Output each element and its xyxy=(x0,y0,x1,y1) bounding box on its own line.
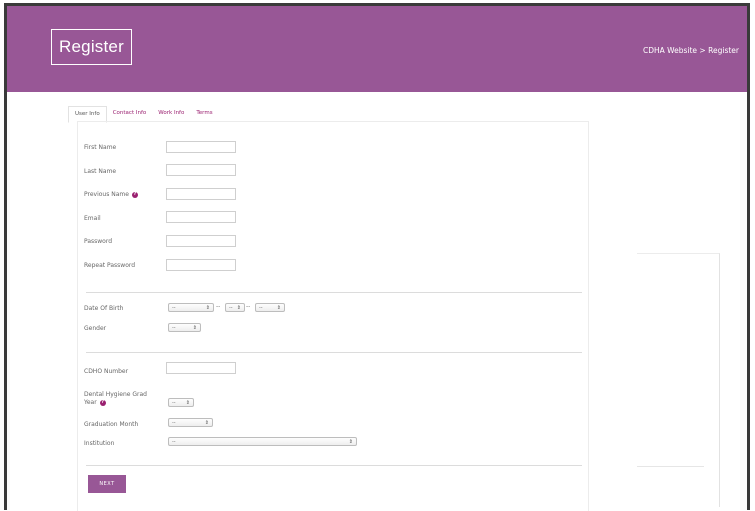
select-arrow-icon: ⇕ xyxy=(185,399,190,406)
first-name-row: First Name xyxy=(84,144,164,152)
sidebar-panel xyxy=(637,253,720,507)
gender-select[interactable]: -- ⇕ xyxy=(168,323,201,332)
dob-label: Date Of Birth xyxy=(84,305,124,312)
email-row: Email xyxy=(84,215,164,223)
dob-day-value: -- xyxy=(229,304,233,311)
section-divider xyxy=(86,352,582,353)
select-arrow-icon: ⇕ xyxy=(236,304,241,311)
dob-row: Date Of Birth xyxy=(84,305,164,313)
gender-label: Gender xyxy=(84,325,107,332)
grad-month-select[interactable]: -- ⇕ xyxy=(168,418,213,427)
next-button[interactable]: NEXT xyxy=(88,475,126,493)
email-input[interactable] xyxy=(166,211,236,223)
repeat-password-input[interactable] xyxy=(166,259,236,271)
breadcrumb-current: Register xyxy=(708,46,739,55)
dob-separator: -- xyxy=(246,303,251,310)
grad-year-label-line1: Dental Hygiene Grad xyxy=(84,391,147,398)
password-input[interactable] xyxy=(166,235,236,247)
dob-year-value: -- xyxy=(259,304,263,311)
form-panel xyxy=(77,121,589,511)
page-title: Register xyxy=(51,29,132,65)
previous-name-text: Previous Name xyxy=(84,191,129,198)
page-header: Register CDHA Website > Register xyxy=(7,6,747,92)
first-name-input[interactable] xyxy=(166,141,236,153)
previous-name-input[interactable] xyxy=(166,188,236,200)
section-divider xyxy=(86,465,582,466)
last-name-input[interactable] xyxy=(166,164,236,176)
help-icon[interactable]: ? xyxy=(131,191,138,198)
cdho-number-row: CDHO Number xyxy=(84,368,164,376)
institution-row: Institution xyxy=(84,440,164,448)
breadcrumb-home-link[interactable]: CDHA Website xyxy=(643,46,697,55)
select-arrow-icon: ⇕ xyxy=(348,438,353,445)
gender-value: -- xyxy=(172,324,176,331)
institution-label: Institution xyxy=(84,440,115,447)
grad-year-select[interactable]: -- ⇕ xyxy=(168,398,194,407)
grad-month-value: -- xyxy=(172,419,176,426)
select-arrow-icon: ⇕ xyxy=(205,304,210,311)
select-arrow-icon: ⇕ xyxy=(192,324,197,331)
last-name-label: Last Name xyxy=(84,168,117,175)
institution-select[interactable]: -- ⇕ xyxy=(168,437,357,446)
breadcrumb-separator: > xyxy=(697,46,709,55)
previous-name-row: Previous Name? xyxy=(84,191,164,199)
help-icon[interactable]: ? xyxy=(99,399,106,406)
dob-day-select[interactable]: -- ⇕ xyxy=(225,303,245,312)
dob-separator: -- xyxy=(216,303,221,310)
repeat-password-row: Repeat Password xyxy=(84,262,164,270)
gender-row: Gender xyxy=(84,325,164,333)
section-divider xyxy=(86,292,582,293)
dob-month-value: -- xyxy=(172,304,176,311)
password-label: Password xyxy=(84,238,113,245)
previous-name-label: Previous Name? xyxy=(84,191,164,199)
first-name-label: First Name xyxy=(84,144,117,151)
email-label: Email xyxy=(84,215,101,222)
institution-value: -- xyxy=(172,438,176,445)
grad-year-value: -- xyxy=(172,399,176,406)
grad-month-row: Graduation Month xyxy=(84,421,164,429)
cdho-number-label: CDHO Number xyxy=(84,368,129,375)
repeat-password-label: Repeat Password xyxy=(84,262,136,269)
select-arrow-icon: ⇕ xyxy=(204,419,209,426)
password-row: Password xyxy=(84,238,164,246)
grad-year-label: Dental Hygiene Grad Year? xyxy=(84,391,164,407)
dob-month-select[interactable]: -- ⇕ xyxy=(168,303,214,312)
grad-year-row: Dental Hygiene Grad Year? xyxy=(84,391,164,407)
breadcrumb: CDHA Website > Register xyxy=(643,46,739,55)
grad-year-label-line2: Year xyxy=(84,399,97,406)
cdho-number-input[interactable] xyxy=(166,362,236,374)
sidebar-divider xyxy=(637,466,704,467)
dob-year-select[interactable]: -- ⇕ xyxy=(255,303,285,312)
grad-month-label: Graduation Month xyxy=(84,421,139,428)
last-name-row: Last Name xyxy=(84,168,164,176)
select-arrow-icon: ⇕ xyxy=(276,304,281,311)
